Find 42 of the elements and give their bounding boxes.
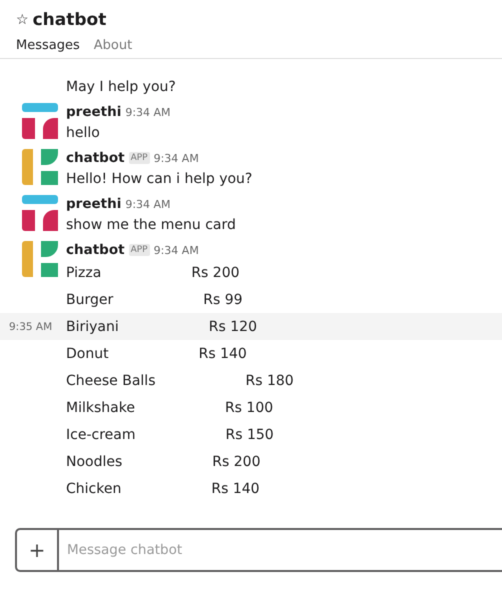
channel-title: chatbot	[32, 10, 106, 30]
message-timestamp: 9:34 AM	[125, 198, 171, 210]
menu-item-price: Rs 120	[208, 318, 257, 334]
menu-item-price: Rs 150	[225, 426, 274, 442]
sender-name[interactable]: chatbot	[66, 242, 125, 258]
message-timestamp: 9:34 AM	[125, 106, 171, 118]
message-text: Hello! How can i help you?	[66, 171, 252, 187]
star-icon[interactable]: ☆	[16, 12, 29, 28]
hover-timestamp: 9:35 AM	[9, 320, 52, 332]
message-text: hello	[66, 125, 100, 141]
menu-item-price: Rs 180	[246, 372, 294, 388]
app-badge: APP	[128, 152, 150, 164]
tab[interactable]: About	[94, 38, 132, 52]
menu-item-name: Chicken	[66, 480, 122, 496]
menu-item-name: Cheese Balls	[66, 372, 156, 388]
menu-item-price: Rs 140	[211, 480, 260, 496]
menu-item-name: Donut	[66, 346, 109, 362]
menu-item-name: Pizza	[66, 264, 102, 280]
message-text: show me the menu card	[66, 217, 236, 233]
avatar-icon	[22, 195, 58, 231]
menu-item-name: Biriyani	[66, 318, 119, 334]
avatar-icon	[22, 103, 58, 139]
avatar-icon	[22, 241, 58, 277]
menu-item-price: Rs 100	[224, 400, 274, 416]
message-timestamp: 9:34 AM	[154, 152, 199, 164]
sender-name[interactable]: preethi	[66, 196, 122, 212]
message-timestamp: 9:34 AM	[154, 244, 199, 256]
menu-item-price: Rs 140	[198, 346, 247, 362]
sender-name[interactable]: preethi	[66, 104, 122, 120]
message-composer[interactable]: + Message chatbot	[15, 528, 502, 572]
tab[interactable]: Messages	[16, 38, 80, 52]
menu-item-name: Milkshake	[66, 400, 135, 416]
sender-name[interactable]: chatbot	[66, 150, 125, 166]
menu-item-price: Rs 200	[212, 454, 260, 470]
menu-item-price: Rs 200	[191, 264, 240, 280]
menu-item-name: Ice-cream	[66, 426, 136, 442]
message-text: May I help you?	[66, 79, 176, 95]
menu-item-name: Burger	[66, 292, 114, 308]
menu-item-name: Noodles	[66, 454, 122, 470]
menu-item-price: Rs 99	[203, 292, 243, 308]
avatar-icon	[22, 149, 58, 185]
app-badge: APP	[128, 244, 150, 256]
